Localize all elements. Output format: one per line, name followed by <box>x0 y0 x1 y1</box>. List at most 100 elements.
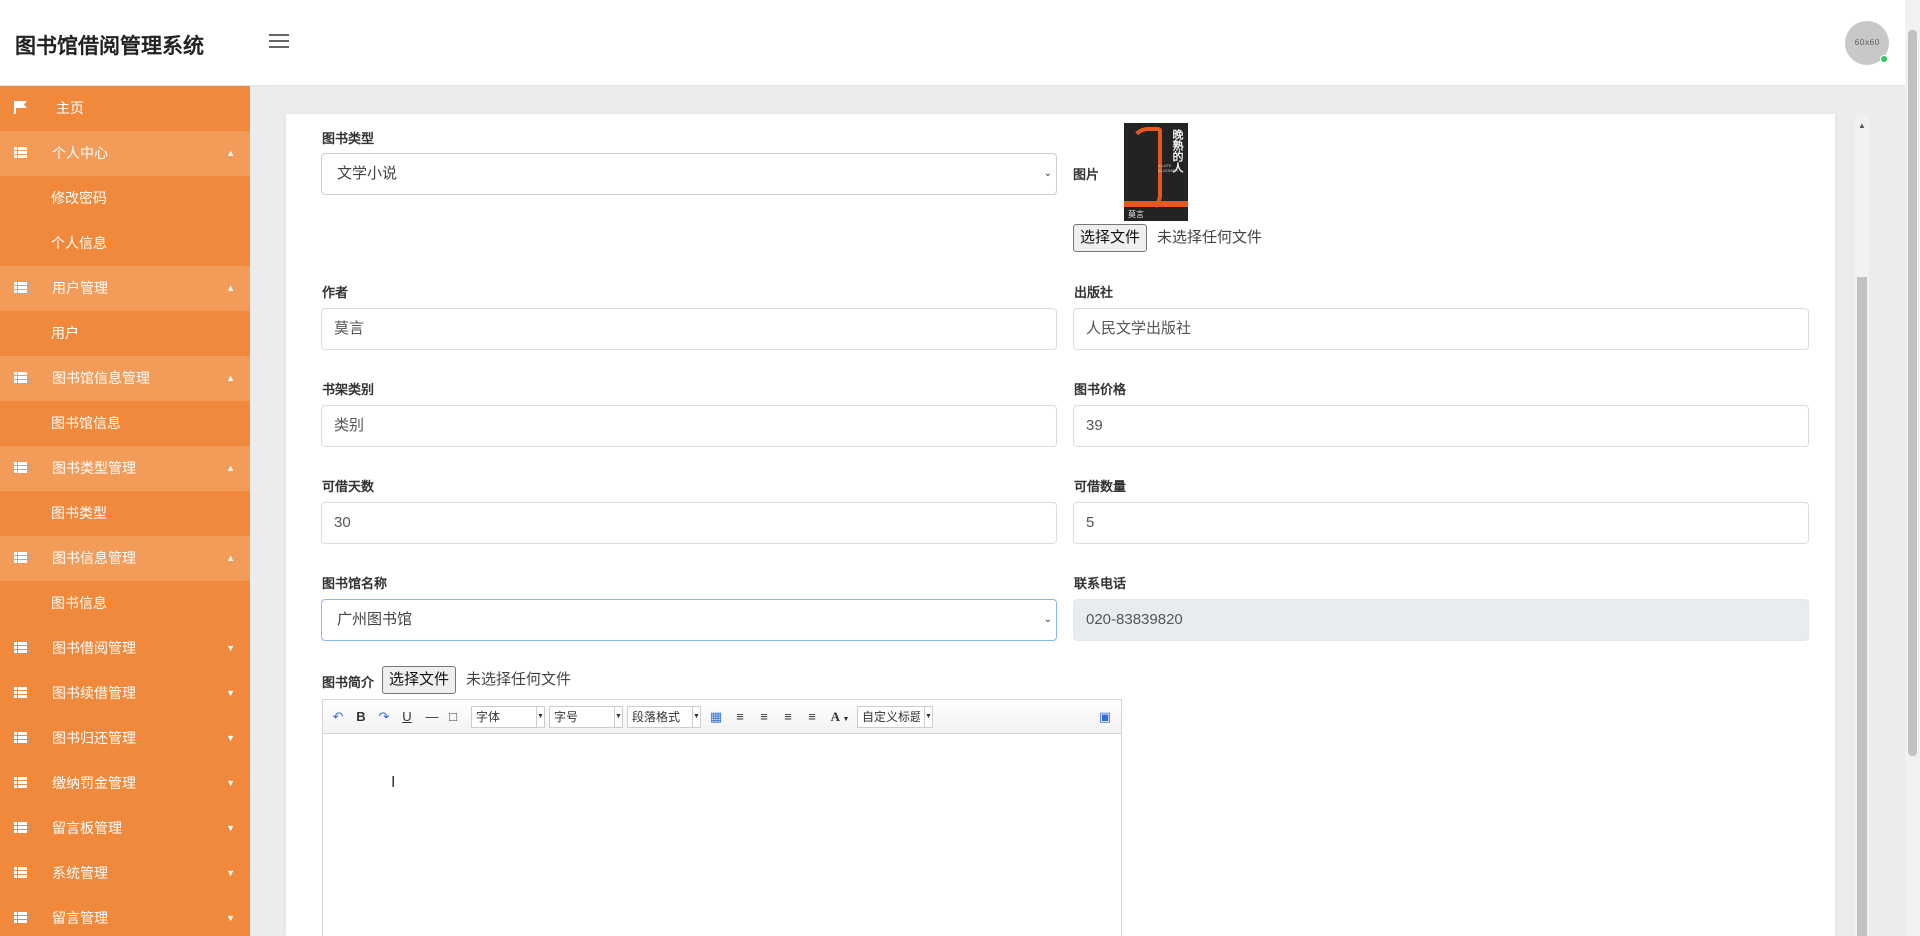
sidebar-group-renew-management[interactable]: 图书续借管理 ▼ <box>0 671 250 716</box>
intro-file-status: 未选择任何文件 <box>466 671 572 688</box>
app-title: 图书馆借阅管理系统 <box>15 35 204 58</box>
sidebar-group-message-management[interactable]: 留言管理 ▼ <box>0 896 250 936</box>
book-type-select[interactable]: 文学小说 ⌄ <box>321 153 1057 195</box>
editor-toolbar: ↶ B ↷ U — □ 字体 ▼ 字号 ▼ 段落格式 ▼ ▦ ≡ ≡ ≡ ≡ A ▼ … <box>323 700 1121 734</box>
align-left-icon[interactable]: ≡ <box>733 708 747 726</box>
sidebar-item-personal-info[interactable]: 个人信息 <box>0 221 250 266</box>
grid-icon <box>14 372 27 383</box>
intro-label: 图书简介 <box>322 675 375 690</box>
dropdown-arrow-icon: ▼ <box>536 707 544 727</box>
page-scrollbar-thumb[interactable] <box>1908 30 1917 756</box>
underline-icon[interactable]: U <box>401 708 413 726</box>
grid-icon <box>14 642 27 653</box>
author-label: 作者 <box>322 285 349 300</box>
author-input[interactable]: 莫言 <box>321 308 1057 350</box>
dropdown-arrow-icon: ▼ <box>692 707 700 727</box>
caret-up-icon: ▲ <box>226 373 235 383</box>
borrow-quantity-input[interactable]: 5 <box>1073 502 1809 544</box>
sidebar-item-book-type[interactable]: 图书类型 <box>0 491 250 536</box>
menu-toggle-icon[interactable] <box>269 34 289 50</box>
caret-down-icon: ▼ <box>226 868 235 878</box>
grid-icon <box>14 777 27 788</box>
avatar-placeholder-text: 60x60 <box>1854 38 1880 47</box>
grid-icon <box>14 147 27 158</box>
top-header: 图书馆借阅管理系统 60x60 <box>0 0 1920 86</box>
grid-icon <box>14 687 27 698</box>
online-status-icon <box>1880 55 1888 63</box>
price-input[interactable]: 39 <box>1073 405 1809 447</box>
sidebar-group-return-management[interactable]: 图书归还管理 ▼ <box>0 716 250 761</box>
sidebar-group-message-board-management[interactable]: 留言板管理 ▼ <box>0 806 250 851</box>
scroll-up-arrow-icon[interactable]: ▲ <box>1858 121 1866 130</box>
library-name-label: 图书馆名称 <box>322 576 388 591</box>
publisher-input[interactable]: 人民文学出版社 <box>1073 308 1809 350</box>
table-icon[interactable]: ▦ <box>709 708 723 726</box>
grid-icon <box>14 822 27 833</box>
chevron-down-icon: ⌄ <box>1043 168 1052 179</box>
sidebar-group-user-management[interactable]: 用户管理 ▲ <box>0 266 250 311</box>
page-icon[interactable]: □ <box>447 708 459 726</box>
sidebar-item-home[interactable]: 主页 <box>0 86 250 131</box>
borrow-days-input[interactable]: 30 <box>321 502 1057 544</box>
redo-icon[interactable]: ↷ <box>377 708 391 726</box>
intro-choose-file-button[interactable]: 选择文件 <box>382 666 457 694</box>
caret-up-icon: ▲ <box>226 553 235 563</box>
grid-icon <box>14 462 27 473</box>
page-scrollbar[interactable] <box>1905 0 1920 936</box>
sidebar-item-users[interactable]: 用户 <box>0 311 250 356</box>
sidebar-group-system-management[interactable]: 系统管理 ▼ <box>0 851 250 896</box>
phone-label: 联系电话 <box>1074 576 1127 591</box>
grid-icon <box>14 912 27 923</box>
sidebar-group-borrow-management[interactable]: 图书借阅管理 ▼ <box>0 626 250 671</box>
fullscreen-icon[interactable]: ▣ <box>1097 708 1113 726</box>
paragraph-format-select[interactable]: 段落格式 ▼ <box>627 706 701 728</box>
image-file-status: 未选择任何文件 <box>1157 229 1263 246</box>
grid-icon <box>14 867 27 878</box>
content-scrollbar-thumb[interactable] <box>1857 277 1867 936</box>
grid-icon <box>14 732 27 743</box>
custom-title-select[interactable]: 自定义标题 ▼ <box>857 706 933 728</box>
shelf-category-label: 书架类别 <box>322 382 375 397</box>
sidebar-group-personal-center[interactable]: 个人中心 ▲ <box>0 131 250 176</box>
rich-text-editor: ↶ B ↷ U — □ 字体 ▼ 字号 ▼ 段落格式 ▼ ▦ ≡ ≡ ≡ ≡ A ▼ … <box>322 699 1122 936</box>
font-size-select[interactable]: 字号 ▼ <box>549 706 623 728</box>
text-cursor-icon: I <box>391 774 396 791</box>
content-scrollbar[interactable]: ▲ <box>1855 115 1869 936</box>
sidebar-group-book-info-management[interactable]: 图书信息管理 ▲ <box>0 536 250 581</box>
grid-icon <box>14 282 27 293</box>
grid-icon <box>14 552 27 563</box>
bold-icon[interactable]: B <box>355 708 367 726</box>
sidebar-group-book-type-management[interactable]: 图书类型管理 ▲ <box>0 446 250 491</box>
publisher-label: 出版社 <box>1074 285 1114 300</box>
borrow-days-label: 可借天数 <box>322 479 375 494</box>
align-center-icon[interactable]: ≡ <box>781 708 795 726</box>
editor-content-area[interactable]: I <box>323 735 1121 936</box>
align-justify-icon[interactable]: ≡ <box>805 708 819 726</box>
caret-up-icon: ▲ <box>226 148 235 158</box>
font-family-select[interactable]: 字体 ▼ <box>471 706 545 728</box>
book-cover-image: 晚熟的人 A LATE BLOOMER 莫言 <box>1124 123 1188 221</box>
library-name-select[interactable]: 广州图书馆 ⌄ <box>321 599 1057 641</box>
flag-icon <box>14 101 27 114</box>
sidebar-item-book-info[interactable]: 图书信息 <box>0 581 250 626</box>
phone-input[interactable]: 020-83839820 <box>1073 599 1809 641</box>
caret-down-icon: ▼ <box>226 733 235 743</box>
sidebar-group-fine-management[interactable]: 缴纳罚金管理 ▼ <box>0 761 250 806</box>
horizontal-rule-icon[interactable]: — <box>425 708 439 726</box>
font-color-icon[interactable]: A ▼ <box>829 708 851 726</box>
caret-down-icon: ▼ <box>226 688 235 698</box>
sidebar-item-change-password[interactable]: 修改密码 <box>0 176 250 221</box>
chevron-down-icon: ⌄ <box>1043 614 1052 625</box>
align-right-icon[interactable]: ≡ <box>757 708 771 726</box>
sidebar-group-library-info-management[interactable]: 图书馆信息管理 ▲ <box>0 356 250 401</box>
book-type-label: 图书类型 <box>322 131 375 146</box>
undo-icon[interactable]: ↶ <box>331 708 345 726</box>
image-choose-file-button[interactable]: 选择文件 <box>1073 224 1148 252</box>
sidebar: 主页 个人中心 ▲ 修改密码 个人信息 用户管理 ▲ 用户 图书馆信息管理 ▲ … <box>0 86 250 936</box>
sidebar-item-library-info[interactable]: 图书馆信息 <box>0 401 250 446</box>
caret-down-icon: ▼ <box>226 823 235 833</box>
caret-down-icon: ▼ <box>226 778 235 788</box>
shelf-category-input[interactable]: 类别 <box>321 405 1057 447</box>
caret-up-icon: ▲ <box>226 283 235 293</box>
avatar[interactable]: 60x60 <box>1845 21 1889 65</box>
